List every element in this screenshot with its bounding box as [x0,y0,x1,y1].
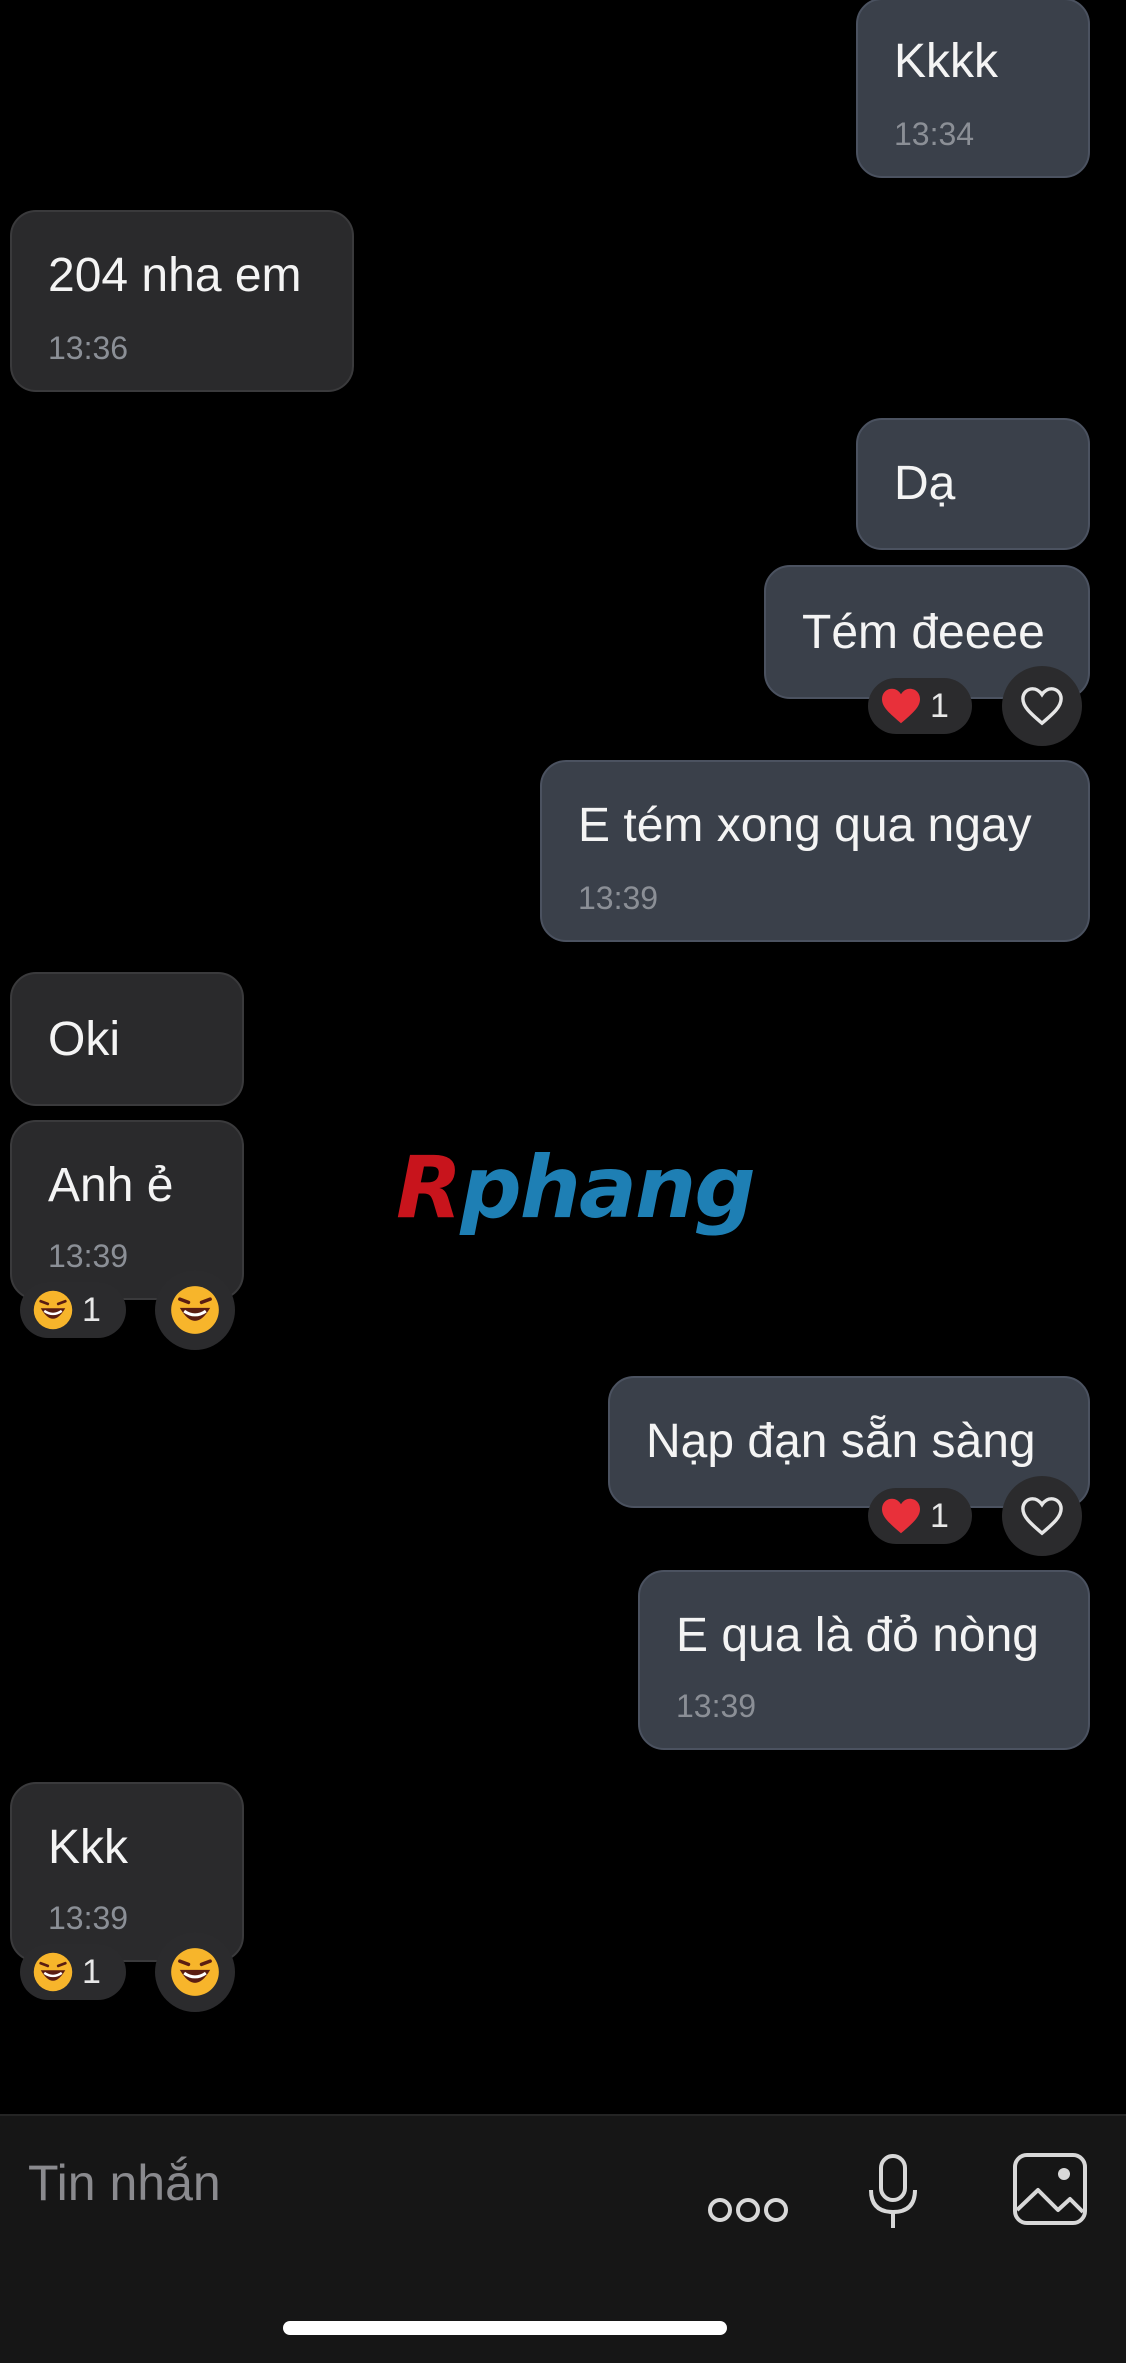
reaction-count: 1 [82,1952,101,1991]
message-text: 204 nha em [48,249,302,302]
react-heart-button[interactable] [1002,1476,1082,1556]
chat-thread[interactable]: Kkkk 13:34 204 nha em 13:36 Dạ Tém đeeee… [0,0,1126,2114]
message-text: Kkkk [894,35,999,88]
heart-emoji-icon [882,688,920,724]
react-heart-button[interactable] [1002,666,1082,746]
reaction-count: 1 [82,1290,101,1329]
message-bubble[interactable]: Dạ [856,418,1090,550]
message-time: 13:39 [48,1900,129,1936]
react-laugh-button[interactable] [155,1932,235,2012]
message-text: Kkk [48,1821,129,1874]
message-time: 13:39 [48,1238,129,1274]
message-text: Oki [48,1013,120,1066]
reaction-badge[interactable]: 1 [868,678,972,734]
message-text: Nạp đạn sẵn sàng [646,1415,1036,1468]
message-bubble[interactable]: 204 nha em 13:36 [10,210,354,392]
message-input[interactable]: Tin nhắn [28,2154,221,2212]
heart-outline-icon [1021,1497,1063,1536]
message-text: Anh ẻ [48,1159,174,1212]
message-bubble[interactable]: E tém xong qua ngay 13:39 [540,760,1090,942]
laughing-emoji-icon [171,1286,219,1334]
heart-emoji-icon [882,1498,920,1534]
message-time: 13:39 [676,1688,757,1724]
heart-outline-icon [1021,687,1063,726]
message-bubble[interactable]: E qua là đỏ nòng 13:39 [638,1570,1090,1750]
message-bubble[interactable]: Oki [10,972,244,1106]
reaction-badge[interactable]: 1 [20,1282,126,1338]
home-indicator [283,2321,727,2335]
reaction-badge[interactable]: 1 [20,1944,126,2000]
reaction-badge[interactable]: 1 [868,1488,972,1544]
message-text: E tém xong qua ngay [578,799,1032,852]
message-text: Dạ [894,457,956,510]
watermark-logo: Rphang [396,1138,756,1238]
laughing-emoji-icon [171,1948,219,1996]
microphone-icon[interactable] [866,2152,920,2234]
image-icon[interactable] [1012,2152,1088,2226]
react-laugh-button[interactable] [155,1270,235,1350]
reaction-count: 1 [930,686,949,725]
message-time: 13:39 [578,880,659,916]
laughing-emoji-icon [33,1290,73,1330]
message-text: E qua là đỏ nòng [676,1609,1039,1662]
more-options-icon[interactable] [706,2170,790,2250]
message-bubble[interactable]: Kkkk 13:34 [856,0,1090,178]
message-text: Tém đeeee [802,606,1045,659]
laughing-emoji-icon [33,1952,73,1992]
reaction-count: 1 [930,1496,949,1535]
message-time: 13:34 [894,116,975,152]
message-time: 13:36 [48,330,129,366]
